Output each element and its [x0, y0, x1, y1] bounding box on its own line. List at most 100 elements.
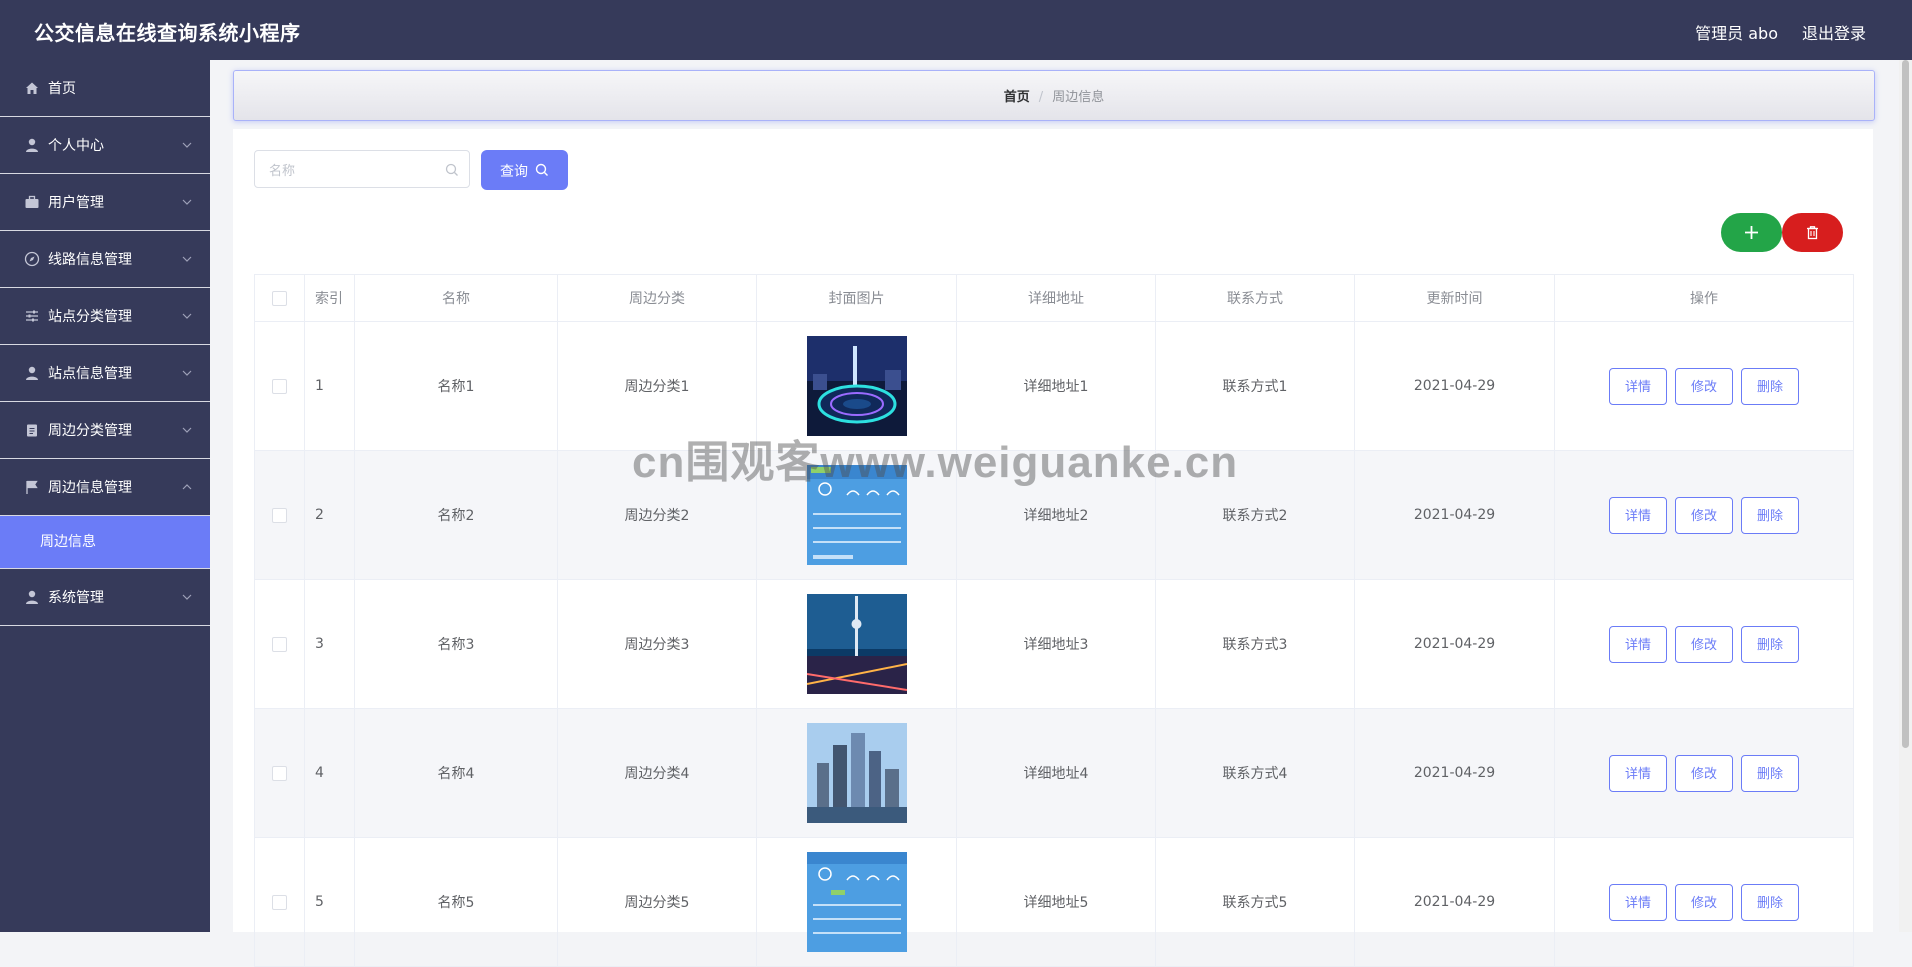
table-row: 3 名称3 周边分类3 详细地址3 联系方式3 2021-04-29 详情 修改删… [254, 579, 1854, 709]
sidebar-item-home[interactable]: 首页 [0, 60, 210, 117]
query-button-label: 查询 [500, 164, 528, 180]
delete-button[interactable]: 删除 [1741, 883, 1799, 921]
cover-image-weather-app [806, 852, 907, 952]
chevron-down-icon [182, 142, 192, 148]
sidebar-item-profile[interactable]: 个人中心 [0, 117, 210, 174]
detail-button[interactable]: 详情 [1609, 367, 1667, 405]
chevron-down-icon [182, 594, 192, 600]
row-contact: 联系方式3 [1155, 579, 1355, 709]
add-button[interactable] [1721, 213, 1782, 252]
user-icon [26, 590, 38, 604]
detail-button[interactable]: 详情 [1609, 754, 1667, 792]
delete-button[interactable]: 删除 [1741, 754, 1799, 792]
sidebar-item-label: 系统管理 [48, 590, 104, 606]
scrollbar-thumb[interactable] [1902, 60, 1909, 748]
sidebar-item-label: 用户管理 [48, 195, 104, 211]
sidebar-item-nearby-categories[interactable]: 周边分类管理 [0, 402, 210, 459]
user-icon [26, 366, 38, 380]
sidebar-item-nearby-info[interactable]: 周边信息管理 [0, 459, 210, 516]
sidebar-item-label: 站点分类管理 [48, 309, 132, 325]
row-cover-cell [756, 837, 957, 967]
trash-icon [1807, 226, 1818, 240]
breadcrumb-home[interactable]: 首页 [1004, 90, 1030, 105]
row-updated: 2021-04-29 [1354, 579, 1555, 709]
column-header: 操作 [1554, 274, 1854, 322]
row-checkbox[interactable] [272, 636, 287, 652]
sidebar-item-users[interactable]: 用户管理 [0, 174, 210, 231]
detail-button[interactable]: 详情 [1609, 496, 1667, 534]
top-bar: 公交信息在线查询系统小程序 管理员 abo 退出登录 [0, 0, 1912, 60]
row-category: 周边分类4 [557, 708, 757, 838]
admin-label: 管理员 abo [1695, 24, 1778, 43]
row-checkbox[interactable] [272, 765, 287, 781]
row-index: 1 [304, 321, 355, 451]
row-actions: 详情 修改 删除 [1554, 708, 1854, 838]
row-actions: 详情 修改 删除 [1554, 579, 1854, 709]
cover-image-skyline [806, 723, 907, 823]
edit-button[interactable]: 修改 [1675, 496, 1733, 534]
detail-button[interactable]: 详情 [1609, 883, 1667, 921]
sidebar-item-station-categories[interactable]: 站点分类管理 [0, 288, 210, 345]
batch-delete-button[interactable] [1782, 213, 1843, 252]
edit-button[interactable]: 修改 [1675, 367, 1733, 405]
row-name: 名称4 [354, 708, 558, 838]
detail-button[interactable]: 详情 [1609, 625, 1667, 663]
row-checkbox[interactable] [272, 894, 287, 910]
delete-button[interactable]: 删除 [1741, 496, 1799, 534]
chevron-down-icon [182, 370, 192, 376]
search-input[interactable] [255, 151, 441, 189]
sidebar: 首页 个人中心 用户管理 线路信息管理 站点分类管理 站点信息管理 周边分类管理… [0, 60, 210, 932]
row-index: 3 [304, 579, 355, 709]
row-checkbox[interactable] [272, 378, 287, 394]
row-index: 4 [304, 708, 355, 838]
search-icon [445, 163, 458, 176]
chevron-down-icon [182, 313, 192, 319]
cover-image-night-fountain [806, 336, 907, 436]
table-header-row: 索引 名称 周边分类 封面图片 详细地址 联系方式 更新时间 操作 [254, 274, 1854, 322]
breadcrumb: 首页 / 周边信息 [233, 70, 1875, 121]
edit-button[interactable]: 修改 [1675, 625, 1733, 663]
search-field[interactable] [254, 150, 470, 189]
edit-button[interactable]: 修改 [1675, 754, 1733, 792]
row-name: 名称3 [354, 579, 558, 709]
sidebar-item-system[interactable]: 系统管理 [0, 569, 210, 626]
logout-link[interactable]: 退出登录 [1802, 20, 1866, 44]
sidebar-item-label: 站点信息管理 [48, 366, 132, 382]
column-header: 封面图片 [756, 274, 957, 322]
row-select-cell [254, 450, 305, 580]
row-address: 详细地址4 [956, 708, 1156, 838]
delete-button[interactable]: 删除 [1741, 625, 1799, 663]
row-index: 2 [304, 450, 355, 580]
clipboard-icon [27, 424, 37, 437]
select-all-checkbox[interactable] [272, 290, 287, 306]
row-contact: 联系方式5 [1155, 837, 1355, 967]
column-header: 更新时间 [1354, 274, 1555, 322]
row-updated: 2021-04-29 [1354, 321, 1555, 451]
row-actions: 详情 修改 删除 [1554, 321, 1854, 451]
briefcase-icon [25, 195, 39, 208]
plus-icon [1745, 226, 1758, 239]
sidebar-subitem-nearby[interactable]: 周边信息 [0, 516, 210, 569]
sidebar-item-label: 周边分类管理 [48, 423, 132, 439]
sidebar-item-label: 线路信息管理 [48, 252, 132, 268]
row-actions: 详情 修改 删除 [1554, 837, 1854, 967]
flag-icon [26, 480, 38, 494]
query-button[interactable]: 查询 [481, 150, 568, 190]
sidebar-item-stations[interactable]: 站点信息管理 [0, 345, 210, 402]
edit-button[interactable]: 修改 [1675, 883, 1733, 921]
row-updated: 2021-04-29 [1354, 450, 1555, 580]
delete-button[interactable]: 删除 [1741, 367, 1799, 405]
watermark-text: cn围观客www.weiguanke.cn [632, 438, 1239, 487]
row-name: 名称5 [354, 837, 558, 967]
row-checkbox[interactable] [272, 507, 287, 523]
breadcrumb-separator: / [1038, 90, 1044, 105]
select-all-cell [254, 274, 305, 322]
sidebar-item-label: 个人中心 [48, 138, 104, 154]
row-address: 详细地址3 [956, 579, 1156, 709]
row-updated: 2021-04-29 [1354, 708, 1555, 838]
row-address: 详细地址5 [956, 837, 1156, 967]
sidebar-item-routes[interactable]: 线路信息管理 [0, 231, 210, 288]
breadcrumb-current: 周边信息 [1052, 90, 1105, 105]
column-header: 联系方式 [1155, 274, 1355, 322]
page-scrollbar[interactable] [1899, 60, 1912, 932]
